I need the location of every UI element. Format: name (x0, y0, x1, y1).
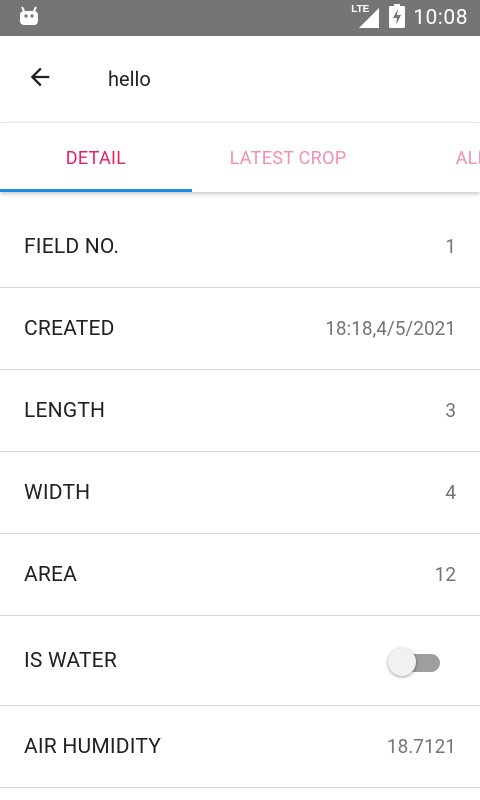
detail-row-width: WIDTH 4 (0, 452, 480, 534)
tab-detail[interactable]: DETAIL (0, 123, 192, 192)
row-value: 18.7121 (386, 735, 456, 758)
lte-signal-icon: LTE (351, 4, 381, 30)
detail-row-air-humidity: AIR HUMIDITY 18.7121 (0, 706, 480, 788)
detail-list: FIELD NO. 1 CREATED 18:18,4/5/2021 LENGT… (0, 206, 480, 788)
is-water-toggle[interactable] (388, 644, 442, 678)
detail-row-length: LENGTH 3 (0, 370, 480, 452)
row-label: CREATED (24, 316, 115, 341)
row-label: WIDTH (24, 480, 91, 505)
status-time: 10:08 (413, 6, 468, 30)
app-bar: hello (0, 36, 480, 122)
row-label: AIR HUMIDITY (24, 734, 162, 759)
row-label: LENGTH (24, 398, 106, 423)
tab-indicator (0, 189, 192, 192)
row-value: 4 (445, 481, 456, 504)
status-left (18, 5, 40, 31)
detail-row-created: CREATED 18:18,4/5/2021 (0, 288, 480, 370)
toggle-thumb (388, 647, 416, 676)
page-title: hello (108, 67, 151, 91)
row-label: IS WATER (24, 648, 117, 673)
arrow-back-icon (26, 63, 54, 95)
tab-all-crops[interactable]: ALL C (384, 123, 480, 192)
row-label: AREA (24, 562, 78, 587)
android-icon (18, 5, 40, 31)
row-value: 18:18,4/5/2021 (325, 317, 456, 340)
detail-row-field-no: FIELD NO. 1 (0, 206, 480, 288)
tab-bar: DETAIL LATEST CROP ALL C (0, 122, 480, 192)
row-value: 1 (445, 235, 456, 258)
row-value: 3 (445, 399, 456, 422)
status-right: LTE 10:08 (351, 4, 468, 32)
battery-charging-icon (389, 4, 406, 32)
status-bar: LTE 10:08 (0, 0, 480, 36)
row-value: 12 (434, 563, 456, 586)
row-label: FIELD NO. (24, 234, 120, 259)
tab-latest-crop[interactable]: LATEST CROP (192, 123, 384, 192)
detail-row-area: AREA 12 (0, 534, 480, 616)
back-button[interactable] (12, 51, 68, 107)
detail-row-is-water: IS WATER (0, 616, 480, 706)
